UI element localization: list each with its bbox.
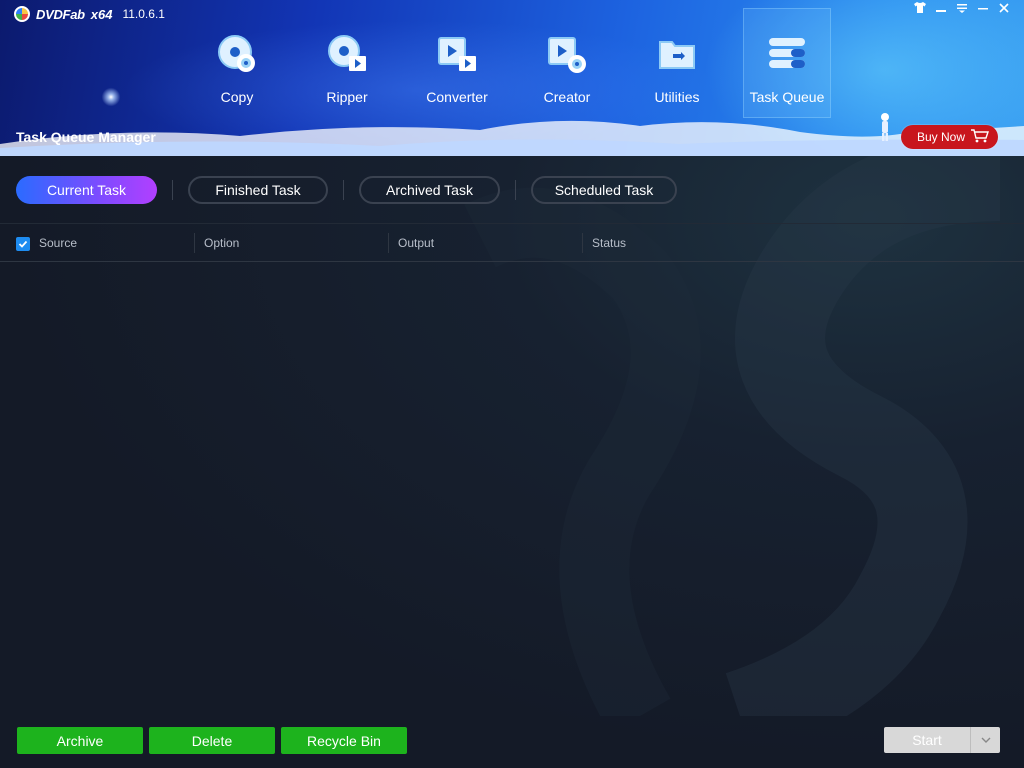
check-icon [18,240,28,248]
archive-button[interactable]: Archive [17,727,143,754]
creator-film-icon [547,34,587,74]
tab-scheduled-task[interactable]: Scheduled Task [531,176,677,204]
buy-now-button[interactable]: Buy Now [901,125,998,149]
column-option[interactable]: Option [204,224,239,263]
minimize-to-tray-icon[interactable] [930,2,951,18]
nav-converter[interactable]: Converter [402,8,512,118]
nav-ripper-label: Ripper [326,89,368,105]
chevron-down-icon[interactable] [971,727,1000,753]
converter-film-icon [437,34,477,74]
window-controls [909,2,1014,18]
tab-divider [343,180,344,200]
tab-finished-task[interactable]: Finished Task [188,176,328,204]
nav-ripper[interactable]: Ripper [292,8,402,118]
copy-disc-icon [217,34,257,74]
delete-button[interactable]: Delete [149,727,275,754]
nav-copy-label: Copy [220,89,254,105]
main-nav: Copy Ripper Converter Creator Utilities … [182,8,842,118]
utilities-folder-icon [657,34,697,74]
nav-creator[interactable]: Creator [512,8,622,118]
column-divider [582,233,583,253]
nav-utilities-label: Utilities [654,89,700,105]
nav-task-queue-label: Task Queue [749,89,825,105]
nav-task-queue[interactable]: Task Queue [743,8,831,118]
tab-divider [172,180,173,200]
tab-divider [515,180,516,200]
start-button[interactable]: Start [884,727,1000,753]
tab-archived-task[interactable]: Archived Task [359,176,500,204]
minimize-icon[interactable] [972,2,993,18]
cart-icon [971,128,990,146]
astronaut-decoration [881,113,889,141]
nav-creator-label: Creator [543,89,591,105]
nav-utilities[interactable]: Utilities [622,8,732,118]
brand-name: DVDFab [36,6,85,22]
main-content: Current Task Finished Task Archived Task… [0,156,1024,768]
app-logo: DVDFab x64 11.0.6.1 [14,5,165,23]
close-icon[interactable] [993,2,1014,18]
tab-current-task[interactable]: Current Task [16,176,157,204]
nav-copy[interactable]: Copy [182,8,292,118]
column-source[interactable]: Source [39,224,77,263]
column-status[interactable]: Status [592,224,626,263]
page-title: Task Queue Manager [16,129,156,145]
recycle-bin-button[interactable]: Recycle Bin [281,727,407,754]
dvdfab-logo-icon [14,6,30,22]
arch-label: x64 [90,6,113,22]
task-table-header: Source Option Output Status [0,223,1024,262]
task-queue-icon [767,34,807,74]
select-all-checkbox[interactable] [16,237,30,251]
column-divider [194,233,195,253]
footer-bar: Archive Delete Recycle Bin Start [0,718,1024,768]
skin-icon[interactable] [909,2,930,18]
buy-now-label: Buy Now [917,130,966,144]
column-divider [388,233,389,253]
column-output[interactable]: Output [398,224,434,263]
app-header: DVDFab x64 11.0.6.1 Copy Ripper Converte… [0,0,1024,156]
version-label: 11.0.6.1 [122,7,165,21]
nav-converter-label: Converter [426,89,488,105]
start-label: Start [912,732,942,748]
menu-icon[interactable] [951,2,972,18]
ripper-disc-icon [327,34,367,74]
task-tabs: Current Task Finished Task Archived Task… [16,176,677,204]
